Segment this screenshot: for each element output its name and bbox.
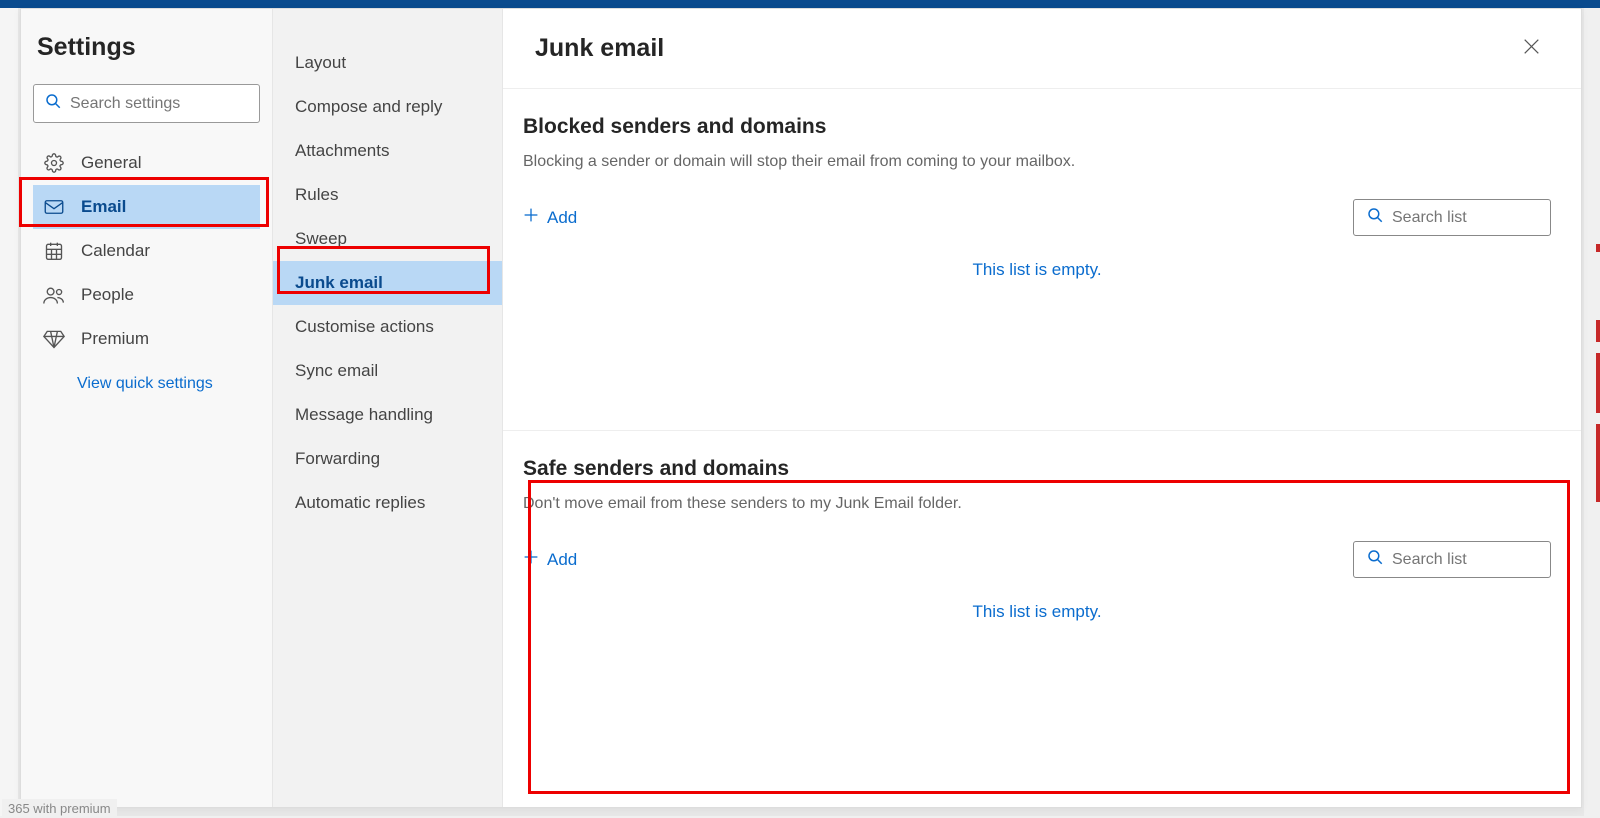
blocked-search-input[interactable] <box>1392 209 1538 227</box>
safe-search-list[interactable] <box>1353 541 1551 578</box>
mail-icon <box>43 196 65 218</box>
close-button[interactable] <box>1513 31 1549 67</box>
spacer <box>503 702 1581 807</box>
add-blocked-button[interactable]: Add <box>523 207 577 228</box>
sec-item-label: Forwarding <box>295 449 380 469</box>
app-top-bar <box>0 0 1600 8</box>
sidebar-item-label: Email <box>81 197 126 217</box>
sec-item-label: Message handling <box>295 405 433 425</box>
sec-item-label: Sweep <box>295 229 347 249</box>
plus-icon <box>523 549 539 570</box>
sec-item-label: Sync email <box>295 361 378 381</box>
page-title: Junk email <box>535 34 1513 63</box>
add-label: Add <box>547 550 577 570</box>
sec-item-label: Compose and reply <box>295 97 442 117</box>
sec-item-label: Junk email <box>295 273 383 293</box>
sec-item-attachments[interactable]: Attachments <box>273 129 502 173</box>
sidebar-item-label: Premium <box>81 329 149 349</box>
add-safe-button[interactable]: Add <box>523 549 577 570</box>
bg-hint-text: 365 with premium <box>2 799 117 818</box>
sec-item-rules[interactable]: Rules <box>273 173 502 217</box>
sec-item-message-handling[interactable]: Message handling <box>273 393 502 437</box>
sidebar-item-people[interactable]: People <box>33 273 260 317</box>
section-heading: Safe senders and domains <box>523 457 1551 481</box>
section-description: Don't move email from these senders to m… <box>523 495 1551 513</box>
section-toolbar: Add <box>523 541 1551 578</box>
main-scroll-area[interactable]: Blocked senders and domains Blocking a s… <box>503 89 1581 807</box>
sec-item-junk-email[interactable]: Junk email <box>273 261 502 305</box>
section-safe-senders: Safe senders and domains Don't move emai… <box>503 430 1581 702</box>
sec-item-compose-reply[interactable]: Compose and reply <box>273 85 502 129</box>
settings-secondary-sidebar: Layout Compose and reply Attachments Rul… <box>273 9 503 807</box>
safe-empty-message: This list is empty. <box>523 596 1551 692</box>
sidebar-item-email[interactable]: Email <box>33 185 260 229</box>
sec-item-automatic-replies[interactable]: Automatic replies <box>273 481 502 525</box>
sec-item-forwarding[interactable]: Forwarding <box>273 437 502 481</box>
calendar-icon <box>43 240 65 262</box>
main-header: Junk email <box>503 9 1581 89</box>
sec-item-sync-email[interactable]: Sync email <box>273 349 502 393</box>
blocked-search-list[interactable] <box>1353 199 1551 236</box>
sec-item-layout[interactable]: Layout <box>273 41 502 85</box>
people-icon <box>43 284 65 306</box>
section-toolbar: Add <box>523 199 1551 236</box>
sidebar-item-premium[interactable]: Premium <box>33 317 260 361</box>
sidebar-item-label: People <box>81 285 134 305</box>
section-description: Blocking a sender or domain will stop th… <box>523 153 1551 171</box>
blocked-empty-message: This list is empty. <box>523 254 1551 420</box>
bg-right-rail <box>1584 8 1600 816</box>
gear-icon <box>43 152 65 174</box>
section-heading: Blocked senders and domains <box>523 115 1551 139</box>
diamond-icon <box>43 328 65 350</box>
search-icon <box>1366 206 1384 229</box>
settings-primary-sidebar: Settings General Email <box>21 9 273 807</box>
settings-search[interactable] <box>33 84 260 123</box>
settings-search-input[interactable] <box>70 95 249 113</box>
sec-item-label: Rules <box>295 185 338 205</box>
sec-item-label: Attachments <box>295 141 390 161</box>
close-icon <box>1523 38 1540 60</box>
sec-item-sweep[interactable]: Sweep <box>273 217 502 261</box>
settings-dialog: Settings General Email <box>20 8 1582 808</box>
safe-search-input[interactable] <box>1392 551 1538 569</box>
settings-main-content: Junk email Blocked senders and domains B… <box>503 9 1581 807</box>
search-icon <box>44 92 70 115</box>
view-quick-settings-link[interactable]: View quick settings <box>33 361 260 403</box>
sec-item-label: Layout <box>295 53 346 73</box>
section-blocked-senders: Blocked senders and domains Blocking a s… <box>503 89 1581 430</box>
sec-item-label: Automatic replies <box>295 493 425 513</box>
add-label: Add <box>547 208 577 228</box>
sidebar-item-general[interactable]: General <box>33 141 260 185</box>
sidebar-item-label: Calendar <box>81 241 150 261</box>
sidebar-item-label: General <box>81 153 141 173</box>
settings-title: Settings <box>33 33 260 62</box>
sec-item-customise-actions[interactable]: Customise actions <box>273 305 502 349</box>
sidebar-item-calendar[interactable]: Calendar <box>33 229 260 273</box>
bg-left-rail <box>0 8 18 816</box>
sec-item-label: Customise actions <box>295 317 434 337</box>
search-icon <box>1366 548 1384 571</box>
plus-icon <box>523 207 539 228</box>
